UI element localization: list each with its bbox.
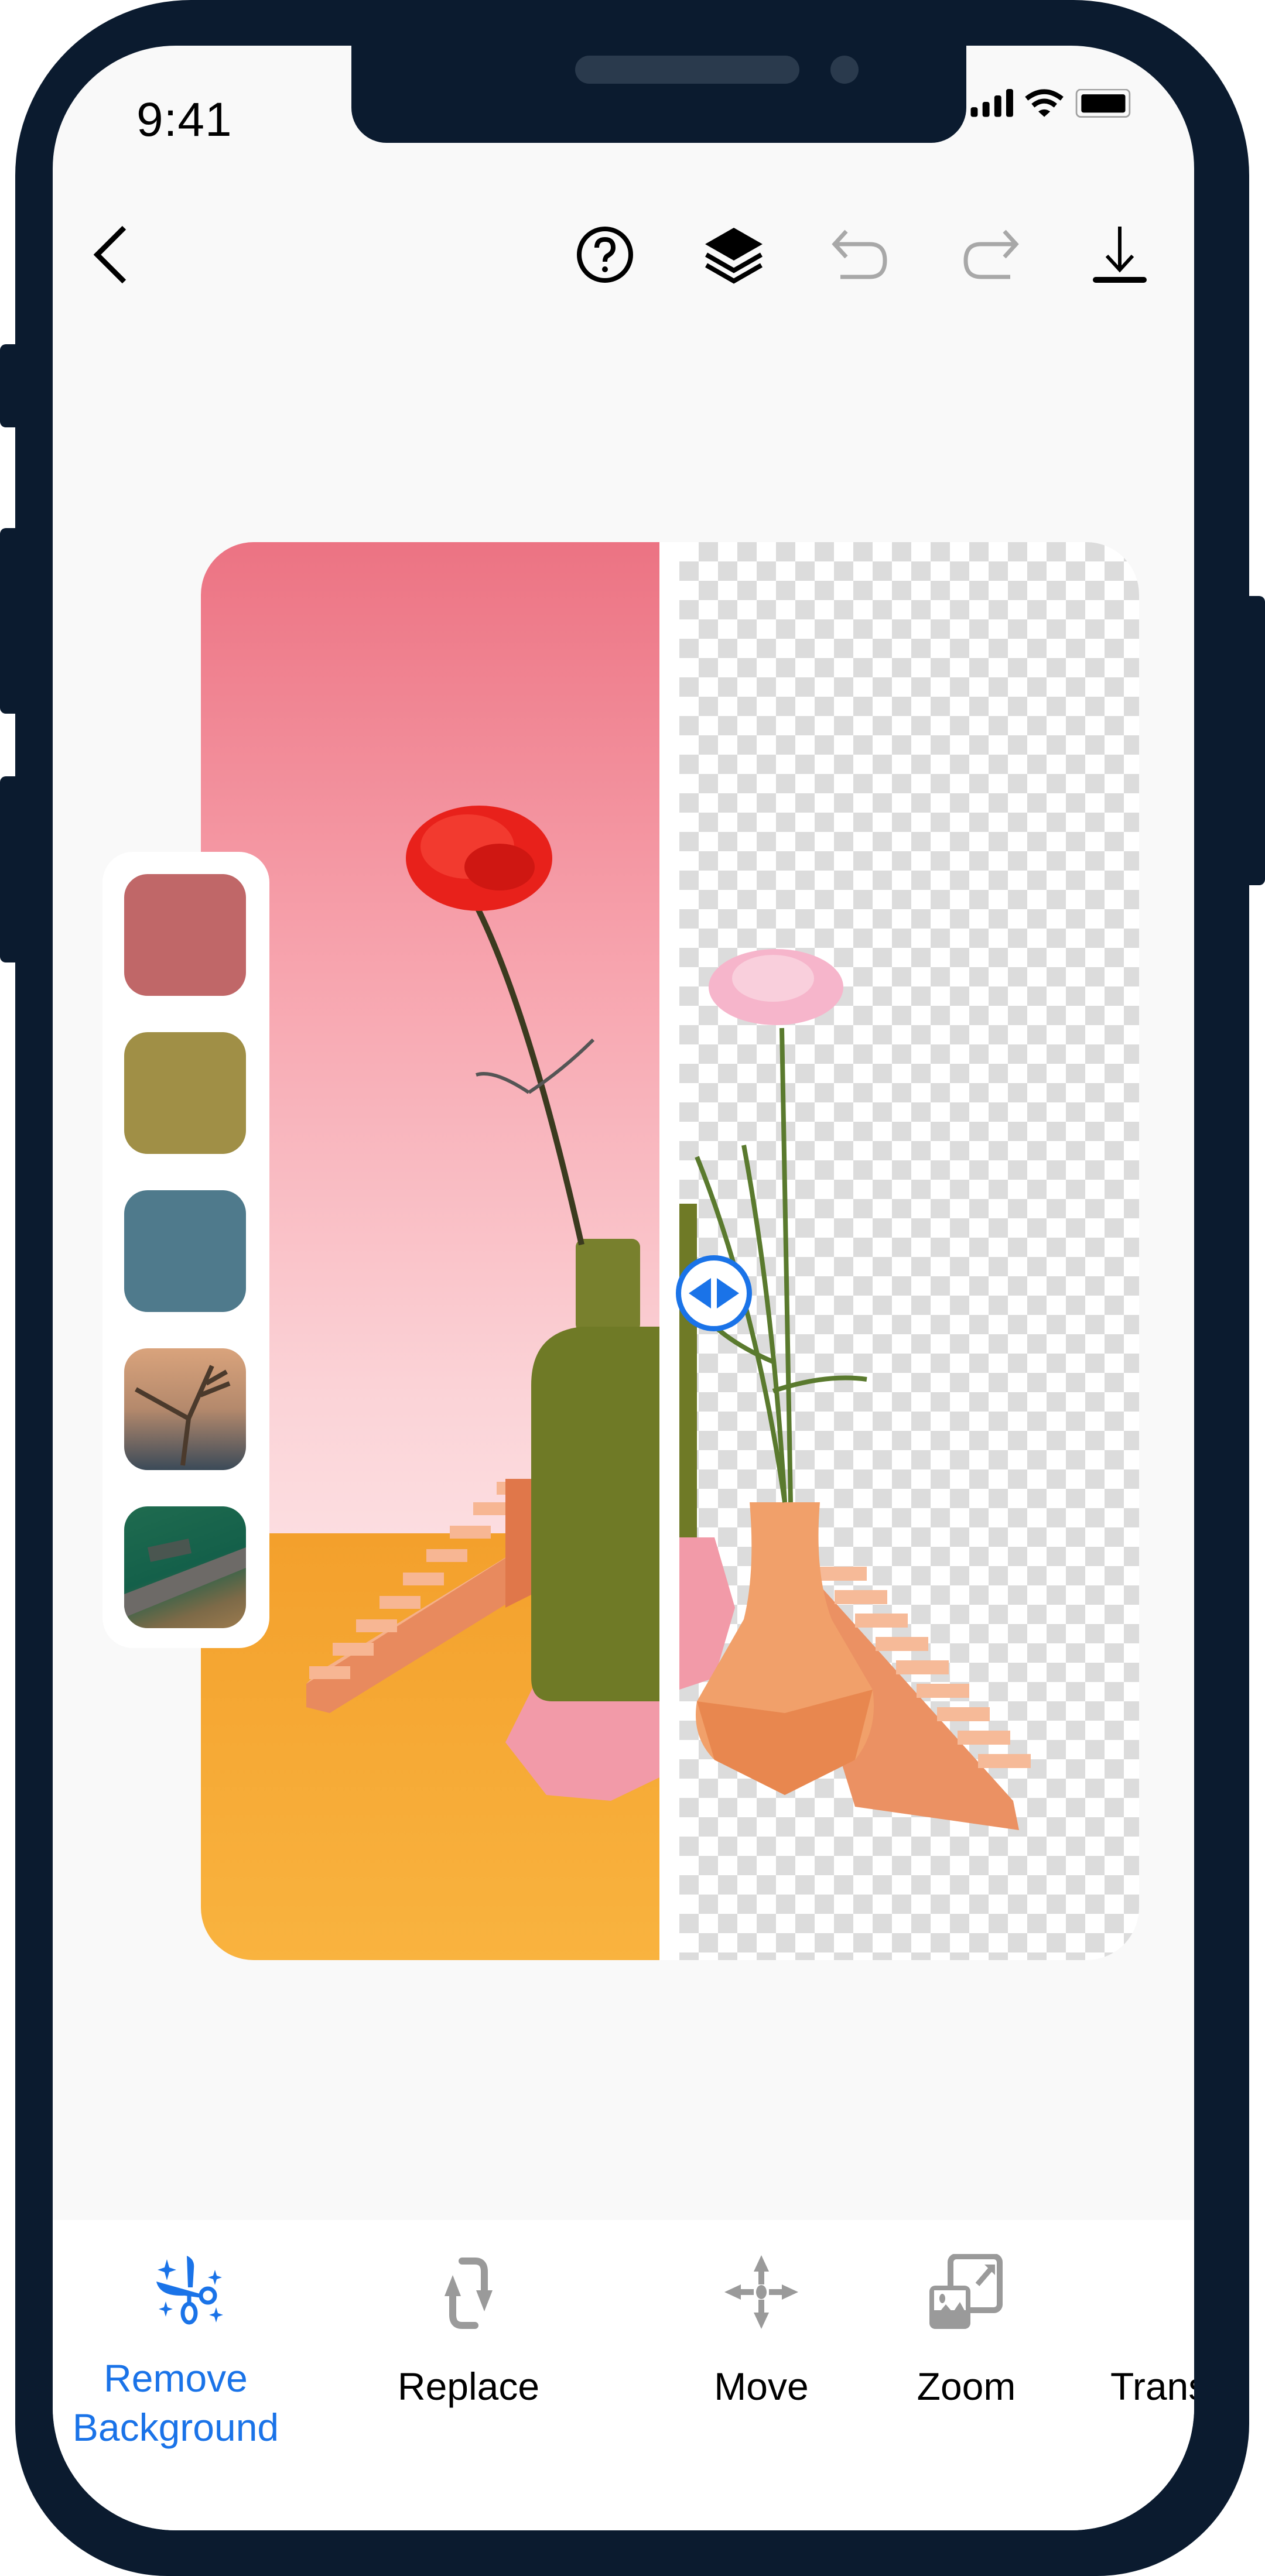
tree-thumbnail <box>135 1365 231 1466</box>
image-compare-canvas[interactable] <box>201 542 1139 1960</box>
tool-remove-background[interactable]: Remove Background <box>53 2220 299 2489</box>
battery-icon <box>1075 89 1131 118</box>
compare-slider-handle[interactable] <box>676 1255 752 1331</box>
tool-transparency[interactable]: Transp <box>1060 2220 1194 2489</box>
replace-arrows-icon <box>445 2258 493 2329</box>
background-options-panel <box>102 852 269 1648</box>
stairs-object <box>306 1479 541 1713</box>
tool-label: Move <box>714 2365 809 2408</box>
tool-label: Zoom <box>917 2365 1016 2408</box>
tool-bar: Remove Background Replace Move Zoom Tran <box>53 2220 1194 2530</box>
background-color-swatch[interactable] <box>124 874 246 996</box>
undo-icon <box>832 229 887 279</box>
chevron-left-icon <box>93 225 126 284</box>
front-camera <box>830 56 859 84</box>
help-button[interactable] <box>573 222 637 287</box>
move-arrows-icon <box>724 2255 798 2329</box>
status-icons <box>970 89 1131 118</box>
redo-button[interactable] <box>958 222 1022 287</box>
phone-screen: 9:41 Remove Background Replace Move Zoom… <box>53 46 1194 2530</box>
compare-divider[interactable] <box>659 542 679 1960</box>
back-button[interactable] <box>77 222 142 287</box>
wifi-icon <box>1025 89 1064 117</box>
download-button[interactable] <box>1088 222 1152 287</box>
redo-icon <box>963 229 1019 279</box>
green-bottle <box>531 1239 659 1701</box>
tool-label-line1: Remove <box>104 2356 248 2400</box>
cellular-signal-icon <box>970 89 1013 117</box>
tool-replace[interactable]: Replace <box>381 2220 556 2489</box>
original-image <box>201 542 659 1960</box>
background-color-swatch[interactable] <box>124 1190 246 1312</box>
tool-zoom[interactable]: Zoom <box>861 2220 1072 2489</box>
undo-button[interactable] <box>829 222 893 287</box>
tool-label: Transp <box>1110 2365 1194 2408</box>
tool-label-line2: Background <box>72 2406 279 2449</box>
download-icon <box>1093 227 1147 283</box>
red-carnation <box>406 806 552 911</box>
background-image-swatch-tree[interactable] <box>124 1348 246 1470</box>
background-color-swatch[interactable] <box>124 1032 246 1154</box>
zoom-image-icon <box>929 2254 1003 2329</box>
tool-move[interactable]: Move <box>662 2220 861 2489</box>
cutout-subject <box>679 949 1031 1830</box>
help-icon <box>577 227 633 283</box>
original-subject <box>306 806 659 1801</box>
left-right-arrows-icon <box>689 1278 739 1308</box>
scissors-sparkle-icon <box>156 2256 223 2325</box>
background-image-swatch-pier[interactable] <box>124 1506 246 1628</box>
speaker-grille <box>575 56 799 84</box>
pier-thumbnail <box>124 1539 246 1618</box>
status-time: 9:41 <box>136 93 233 146</box>
layers-icon <box>705 228 763 284</box>
pink-ranunculus <box>709 949 843 1025</box>
notch <box>351 46 966 143</box>
tool-label: Replace <box>397 2365 540 2408</box>
layers-button[interactable] <box>702 222 766 287</box>
transparent-result-image <box>679 542 1139 1960</box>
